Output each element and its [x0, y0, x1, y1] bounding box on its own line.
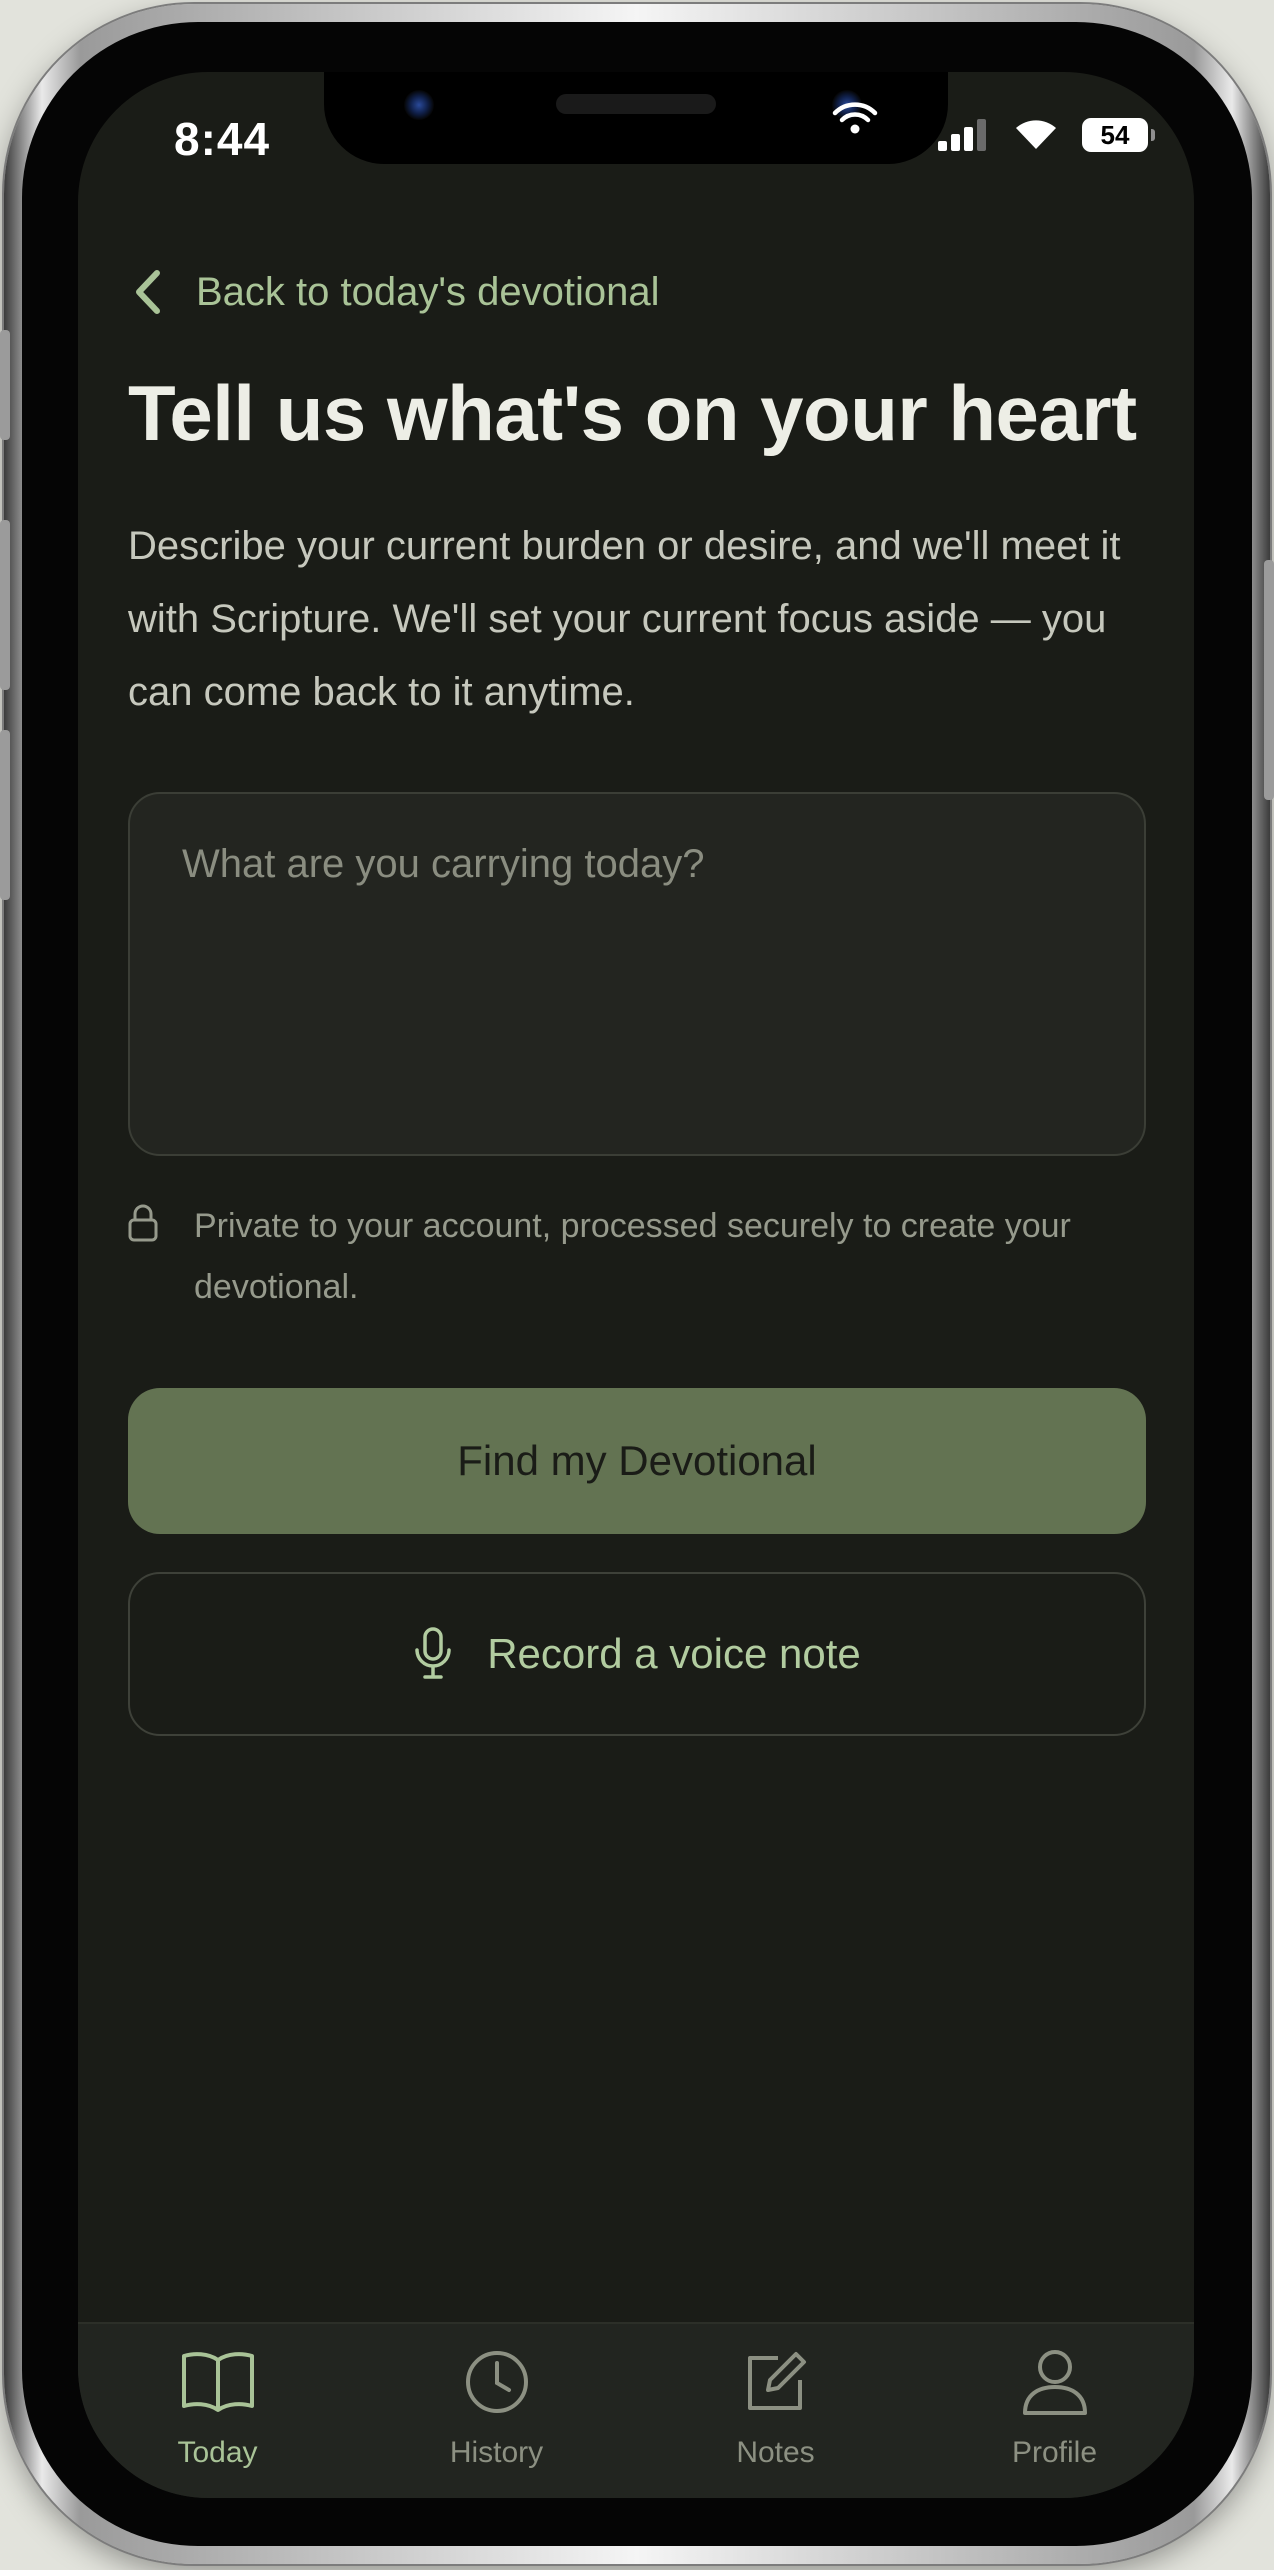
power-button	[1264, 560, 1274, 800]
tab-label: Profile	[1011, 2436, 1098, 2469]
mute-switch	[0, 330, 10, 440]
app-screen: 8:44 54 Back to today's devotional Tell …	[78, 72, 1194, 2498]
microphone-icon	[415, 1627, 451, 1679]
chevron-left-icon	[128, 266, 168, 318]
tab-label: History	[449, 2436, 544, 2469]
privacy-note: Private to your account, processed secur…	[128, 1196, 1146, 1318]
cellular-signal-icon	[938, 119, 986, 151]
page-title: Tell us what's on your heart	[128, 369, 1137, 457]
earpiece-speaker	[556, 94, 716, 114]
volume-down-button	[0, 730, 10, 900]
tab-profile[interactable]: Profile	[915, 2324, 1194, 2498]
edit-note-icon	[742, 2342, 810, 2422]
page-description: Describe your current burden or desire, …	[128, 524, 1121, 714]
tab-notes[interactable]: Notes	[636, 2324, 915, 2498]
notch	[324, 72, 948, 164]
tab-bar: Today History Notes Profile	[78, 2322, 1194, 2498]
status-icons: 54	[938, 118, 1155, 152]
wifi-status-icon	[1016, 120, 1056, 149]
find-devotional-button[interactable]: Find my Devotional	[128, 1388, 1146, 1534]
front-camera	[404, 90, 434, 120]
battery-indicator: 54	[1082, 118, 1155, 152]
volume-up-button	[0, 520, 10, 690]
lock-icon	[128, 1196, 194, 1247]
clock-icon	[464, 2342, 530, 2422]
tab-history[interactable]: History	[357, 2324, 636, 2498]
privacy-note-text: Private to your account, processed secur…	[194, 1207, 1071, 1306]
status-time: 8:44	[174, 113, 271, 165]
tab-today[interactable]: Today	[78, 2324, 357, 2498]
wifi-icon	[832, 102, 878, 134]
record-voice-note-label: Record a voice note	[487, 1630, 861, 1677]
back-link-label: Back to today's devotional	[196, 269, 660, 314]
back-to-devotional-link[interactable]: Back to today's devotional	[128, 266, 659, 318]
record-voice-note-button[interactable]: Record a voice note	[128, 1572, 1146, 1736]
tab-label: Notes	[736, 2436, 815, 2469]
user-icon	[1020, 2342, 1090, 2422]
tab-label: Today	[177, 2436, 258, 2469]
heart-input[interactable]	[128, 792, 1146, 1156]
book-open-icon	[180, 2342, 256, 2422]
